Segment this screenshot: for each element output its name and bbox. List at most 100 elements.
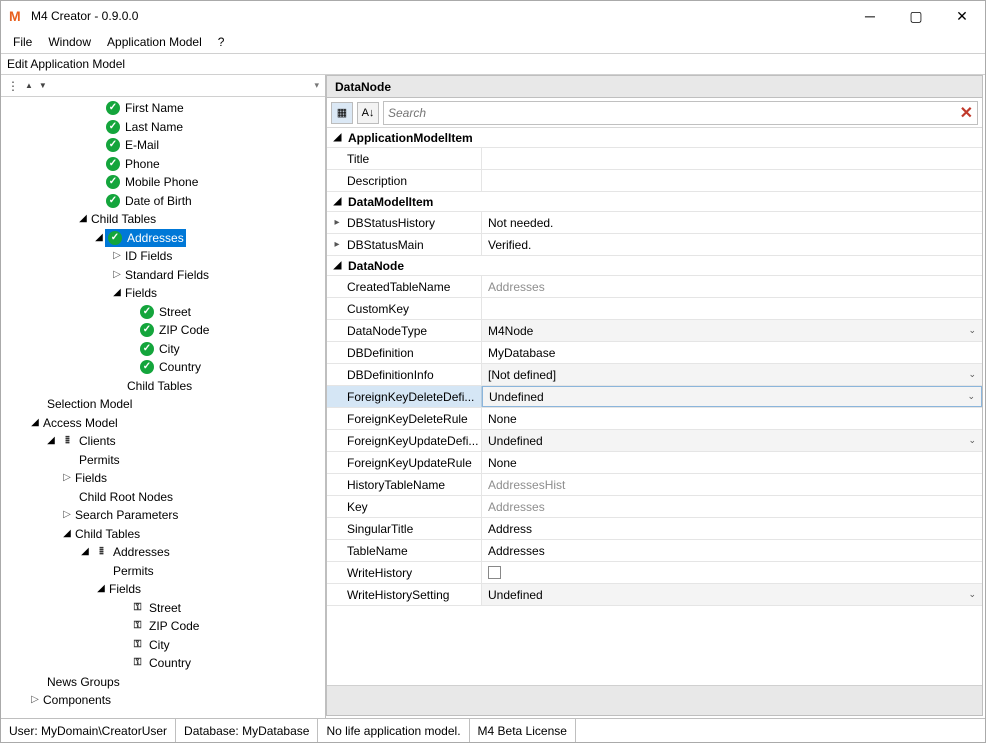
- tree-item[interactable]: ◢Child Tables: [5, 210, 325, 229]
- tree-item-selected[interactable]: ◢✓Addresses: [5, 229, 325, 248]
- tree-overflow-icon[interactable]: ▾: [314, 80, 319, 91]
- property-row[interactable]: ▸DBStatusHistoryNot needed.: [327, 212, 982, 234]
- expand-icon[interactable]: ◢: [29, 414, 41, 433]
- expand-icon[interactable]: ▷: [61, 469, 73, 488]
- tree-item[interactable]: Child Tables: [5, 377, 325, 396]
- menu-window[interactable]: Window: [40, 33, 99, 51]
- checkbox[interactable]: [488, 566, 501, 579]
- category-row[interactable]: ◢DataModelItem: [327, 192, 982, 212]
- expand-icon[interactable]: ◢: [45, 432, 57, 451]
- property-row[interactable]: CreatedTableNameAddresses: [327, 276, 982, 298]
- collapse-icon[interactable]: ◢: [327, 196, 348, 207]
- property-row[interactable]: DBDefinitionInfo[Not defined]⌄: [327, 364, 982, 386]
- collapse-icon[interactable]: ◢: [327, 132, 348, 143]
- search-input[interactable]: [388, 106, 960, 120]
- tree-item[interactable]: ◢Fields: [5, 284, 325, 303]
- expand-icon[interactable]: ▸: [327, 217, 347, 228]
- expand-icon[interactable]: ◢: [61, 525, 73, 544]
- property-grid[interactable]: ◢ApplicationModelItem Title Description …: [327, 128, 982, 685]
- tree-menu-icon[interactable]: ⋮: [7, 79, 19, 93]
- tree-item[interactable]: ◢Fields: [5, 580, 325, 599]
- expand-icon[interactable]: ◢: [93, 229, 105, 248]
- tree-item[interactable]: Child Root Nodes: [5, 488, 325, 507]
- property-row[interactable]: ▸DBStatusMainVerified.: [327, 234, 982, 256]
- menu-file[interactable]: File: [5, 33, 40, 51]
- property-row[interactable]: ForeignKeyUpdateDefi...Undefined⌄: [327, 430, 982, 452]
- tree-item[interactable]: ⚿ZIP Code: [5, 617, 325, 636]
- dropdown-icon[interactable]: ⌄: [968, 435, 976, 446]
- tree-item[interactable]: ⚿Street: [5, 599, 325, 618]
- property-panel: DataNode ▦ A↓ ✕ ◢ApplicationModelItem Ti…: [326, 75, 983, 716]
- tree-item[interactable]: ✓Country: [5, 358, 325, 377]
- tree-item[interactable]: ◢⦙⦙⦙Clients: [5, 432, 325, 451]
- tree-item[interactable]: ▷ID Fields: [5, 247, 325, 266]
- tree-item[interactable]: ✓First Name: [5, 99, 325, 118]
- tree-item[interactable]: Permits: [5, 562, 325, 581]
- expand-icon[interactable]: ▷: [111, 266, 123, 285]
- tree-item[interactable]: ✓Mobile Phone: [5, 173, 325, 192]
- tree-item[interactable]: ✓City: [5, 340, 325, 359]
- tree-item[interactable]: ◢Child Tables: [5, 525, 325, 544]
- category-row[interactable]: ◢ApplicationModelItem: [327, 128, 982, 148]
- close-button[interactable]: ✕: [939, 1, 985, 31]
- expand-icon[interactable]: ◢: [77, 210, 89, 229]
- property-row[interactable]: TableNameAddresses: [327, 540, 982, 562]
- collapse-icon[interactable]: ▲: [25, 81, 33, 90]
- tree-item[interactable]: ▷Search Parameters: [5, 506, 325, 525]
- menu-application-model[interactable]: Application Model: [99, 33, 210, 51]
- search-box[interactable]: ✕: [383, 101, 978, 125]
- tree-item[interactable]: News Groups: [5, 673, 325, 692]
- tree-item[interactable]: ✓Last Name: [5, 118, 325, 137]
- property-row[interactable]: WriteHistorySettingUndefined⌄: [327, 584, 982, 606]
- tree-item[interactable]: ◢⦙⦙⦙Addresses: [5, 543, 325, 562]
- tree-item[interactable]: ◢Access Model: [5, 414, 325, 433]
- check-icon: ✓: [106, 120, 120, 134]
- minimize-button[interactable]: ─: [847, 1, 893, 31]
- property-row[interactable]: Description: [327, 170, 982, 192]
- property-row[interactable]: ForeignKeyDeleteRuleNone: [327, 408, 982, 430]
- expand-icon[interactable]: ▷: [111, 247, 123, 266]
- expand-icon[interactable]: ◢: [79, 543, 91, 562]
- expand-icon[interactable]: ◢: [111, 284, 123, 303]
- property-row[interactable]: ForeignKeyUpdateRuleNone: [327, 452, 982, 474]
- tree-item[interactable]: Selection Model: [5, 395, 325, 414]
- property-row[interactable]: HistoryTableNameAddressesHist: [327, 474, 982, 496]
- expand-icon[interactable]: ▸: [327, 239, 347, 250]
- tree-item[interactable]: ⚿Country: [5, 654, 325, 673]
- clear-search-icon[interactable]: ✕: [960, 103, 973, 123]
- categorized-button[interactable]: ▦: [331, 102, 353, 124]
- collapse-icon[interactable]: ◢: [327, 260, 348, 271]
- tree-item[interactable]: ✓ZIP Code: [5, 321, 325, 340]
- category-row[interactable]: ◢DataNode: [327, 256, 982, 276]
- tree-item[interactable]: ✓E-Mail: [5, 136, 325, 155]
- maximize-button[interactable]: ▢: [893, 1, 939, 31]
- tree-item[interactable]: ✓Phone: [5, 155, 325, 174]
- menu-help[interactable]: ?: [210, 33, 233, 51]
- model-tree[interactable]: ✓First Name ✓Last Name ✓E-Mail ✓Phone ✓M…: [1, 97, 325, 718]
- property-row[interactable]: SingularTitleAddress: [327, 518, 982, 540]
- dropdown-icon[interactable]: ⌄: [968, 369, 976, 380]
- dropdown-icon[interactable]: ⌄: [968, 589, 976, 600]
- tree-item[interactable]: ✓Street: [5, 303, 325, 322]
- tree-item[interactable]: ✓Date of Birth: [5, 192, 325, 211]
- expand-icon[interactable]: ▷: [29, 691, 41, 710]
- dropdown-icon[interactable]: ⌄: [968, 325, 976, 336]
- property-row[interactable]: KeyAddresses: [327, 496, 982, 518]
- property-row[interactable]: DBDefinitionMyDatabase: [327, 342, 982, 364]
- expand-icon[interactable]: ▼: [39, 81, 47, 90]
- tree-item[interactable]: ▷Standard Fields: [5, 266, 325, 285]
- tree-item[interactable]: ▷Components: [5, 691, 325, 710]
- tree-item[interactable]: ⚿City: [5, 636, 325, 655]
- key-icon: ⚿: [134, 636, 141, 655]
- property-row[interactable]: Title: [327, 148, 982, 170]
- property-row[interactable]: WriteHistory: [327, 562, 982, 584]
- expand-icon[interactable]: ▷: [61, 506, 73, 525]
- property-row[interactable]: CustomKey: [327, 298, 982, 320]
- tree-item[interactable]: Permits: [5, 451, 325, 470]
- sort-button[interactable]: A↓: [357, 102, 379, 124]
- dropdown-icon[interactable]: ⌄: [967, 391, 975, 402]
- property-row-selected[interactable]: ForeignKeyDeleteDefi...Undefined⌄: [327, 386, 982, 408]
- tree-item[interactable]: ▷Fields: [5, 469, 325, 488]
- property-row[interactable]: DataNodeTypeM4Node⌄: [327, 320, 982, 342]
- expand-icon[interactable]: ◢: [95, 580, 107, 599]
